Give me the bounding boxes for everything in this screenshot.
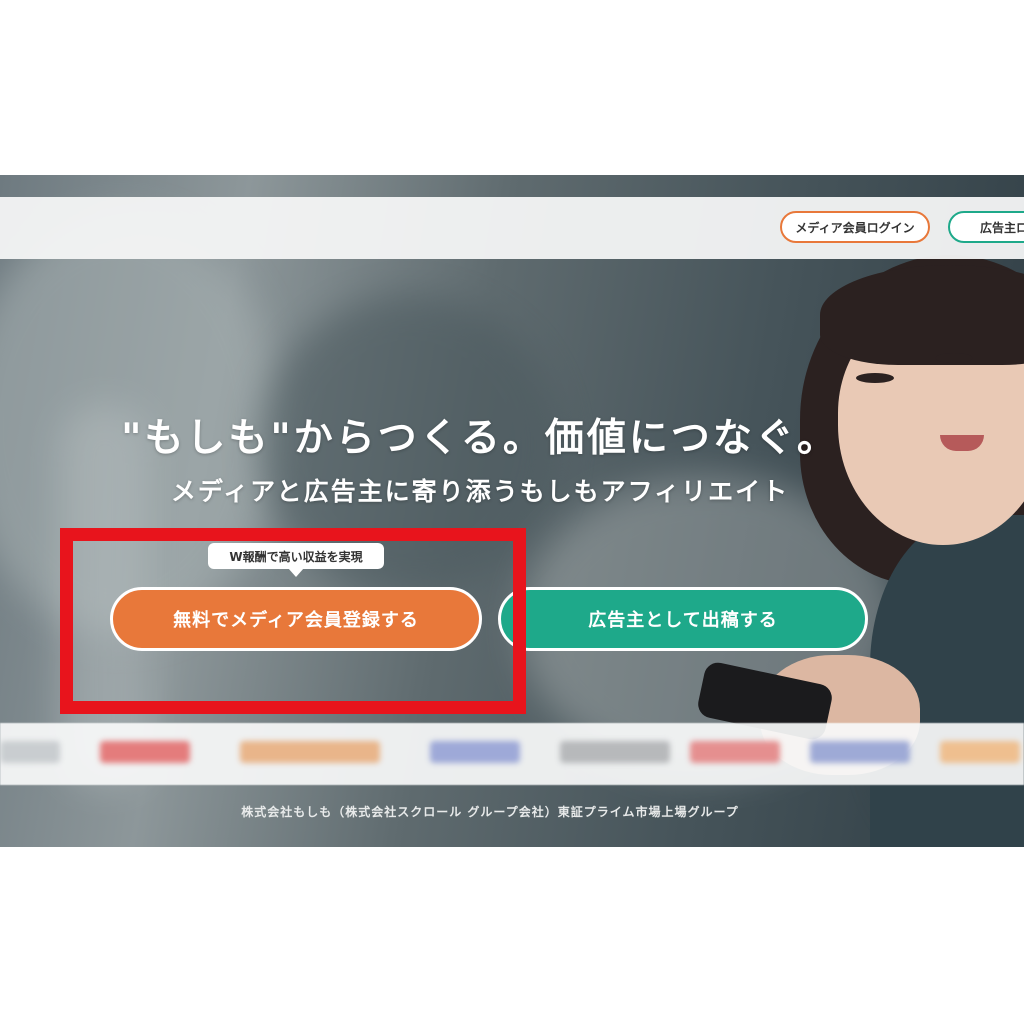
partner-logo bbox=[0, 741, 60, 763]
media-member-login-button[interactable]: メディア会員ログイン bbox=[780, 211, 930, 243]
hero-headline: "もしも"からつくる。価値につなぐ。 bbox=[121, 416, 839, 461]
hero-subheadline: メディアと広告主に寄り添うもしもアフィリエイト bbox=[170, 477, 790, 506]
advertiser-signup-button[interactable]: 広告主として出稿する bbox=[498, 587, 868, 651]
partner-logo bbox=[940, 741, 1020, 763]
partner-logo bbox=[560, 741, 670, 763]
partner-logo bbox=[810, 741, 910, 763]
advertiser-login-button[interactable]: 広告主ロ bbox=[948, 211, 1024, 243]
hero-photo-eye bbox=[935, 353, 973, 363]
partner-logo bbox=[430, 741, 520, 763]
site-screenshot: メディア会員ログイン 広告主ロ "もしも"からつくる。価値につなぐ。 メディアと… bbox=[0, 175, 1024, 847]
partner-logo bbox=[100, 741, 190, 763]
company-info-text: 株式会社もしも（株式会社スクロール グループ会社）東証プライム市場上場グループ bbox=[241, 805, 739, 819]
red-highlight-box bbox=[60, 528, 526, 714]
partner-logo-strip bbox=[0, 723, 1024, 785]
hero-photo-eye bbox=[856, 373, 894, 383]
partner-logo bbox=[690, 741, 780, 763]
partner-logo bbox=[240, 741, 380, 763]
hero-photo-bangs bbox=[820, 265, 1024, 365]
